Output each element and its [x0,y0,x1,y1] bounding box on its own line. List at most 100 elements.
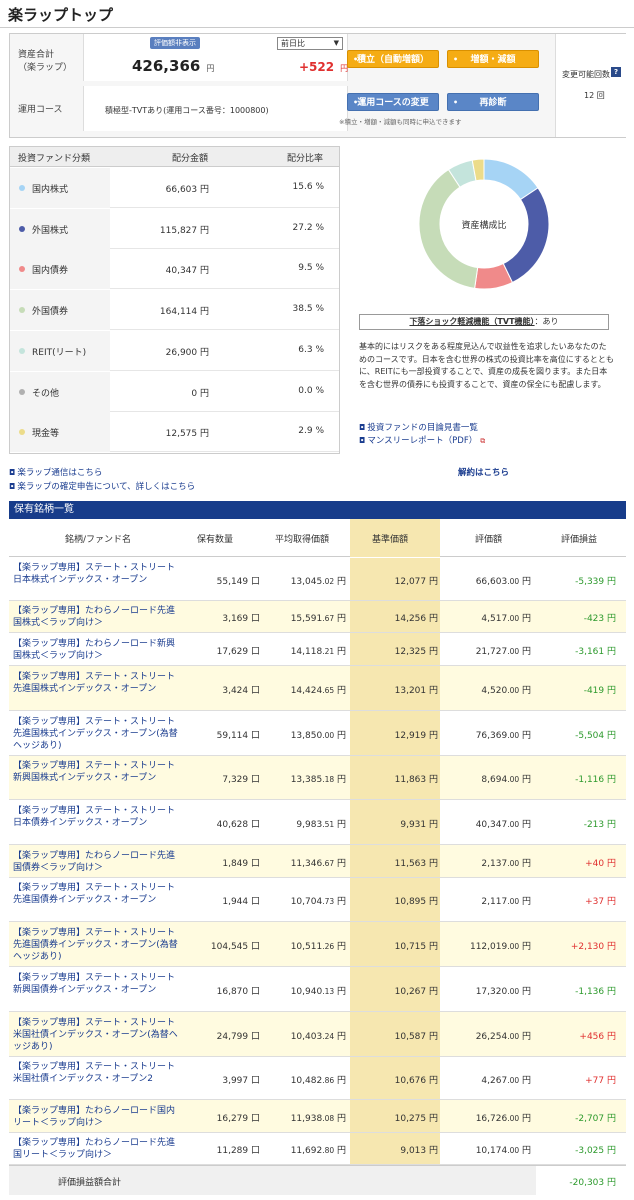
fund-qty: 40,628 口 [216,819,260,830]
bullet-icon: • [453,55,459,64]
fund-name-link[interactable]: 【楽ラップ専用】ステート・ストリート先進国株式インデックス・オープン(為替ヘッジ… [13,716,178,752]
category-amount: 0 円 [191,388,209,399]
category-ratio: 2.9 % [298,426,324,437]
fund-nav: 12,077 円 [394,576,438,587]
fund-name-link[interactable]: 【楽ラップ専用】たわらノーロード国内リート＜ラップ向け＞ [13,1105,178,1129]
holding-row: 【楽ラップ専用】ステート・ストリート新興国株式インデックス・オープン 7,329 … [9,756,626,800]
fund-value: 40,347.00 円 [475,819,531,830]
fund-name-link[interactable]: 【楽ラップ専用】ステート・ストリート米国社債インデックス・オープン2 [13,1061,178,1085]
holding-row: 【楽ラップ専用】ステート・ストリート先進国債券インデックス・オープン(為替ヘッジ… [9,922,626,967]
fund-name-link[interactable]: 【楽ラップ専用】ステート・ストリート新興国債券インデックス・オープン [13,972,178,996]
fund-value: 16,726.00 円 [475,1113,531,1124]
fund-nav: 12,919 円 [394,730,438,741]
holding-row: 【楽ラップ専用】ステート・ストリート先進国株式インデックス・オープン 3,424 … [9,666,626,711]
fund-value: 76,369.00 円 [475,730,531,741]
holding-row: 【楽ラップ専用】ステート・ストリート米国社債インデックス・オープン2 3,997 … [9,1057,626,1100]
category-label: 外国債券 [32,307,69,318]
fund-value: 17,320.00 円 [475,986,531,997]
fund-name-link[interactable]: 【楽ラップ専用】たわらノーロード先進国株式＜ラップ向け＞ [13,605,178,629]
fund-value: 4,267.00 円 [481,1075,531,1086]
allocation-row: 国内債券 40,347 円 9.5 % [10,249,339,290]
col-nav: 基準価額 [372,535,409,545]
holding-row: 【楽ラップ専用】ステート・ストリート日本株式インデックス・オープン 55,149 … [9,558,626,601]
cancel-link[interactable]: 解約はこちら [458,466,509,478]
hide-value-badge[interactable]: 評価額非表示 [150,37,200,49]
allocation-row: 国内株式 66,603 円 15.6 % [10,168,339,208]
tax-return-link[interactable]: ◘ 楽ラップの確定申告について、詳しくはこちら [9,480,195,492]
category-ratio: 38.5 % [292,304,324,315]
rediagnose-button[interactable]: • 再診断 [447,93,539,111]
category-ratio: 6.3 % [298,344,324,355]
holding-row: 【楽ラップ専用】ステート・ストリート日本債券インデックス・オープン 40,628 … [9,800,626,845]
fund-qty: 17,629 口 [216,646,260,657]
fund-name-link[interactable]: 【楽ラップ専用】ステート・ストリート新興国株式インデックス・オープン [13,760,178,784]
fund-pl: +40 円 [585,858,616,869]
fund-name-link[interactable]: 【楽ラップ専用】ステート・ストリート日本株式インデックス・オープン [13,562,178,586]
fund-qty: 16,870 口 [216,986,260,997]
total-value: -20,303 円 [569,1175,616,1188]
category-amount: 26,900 円 [165,347,209,358]
category-ratio: 15.6 % [292,182,324,192]
fund-qty: 24,799 口 [216,1031,260,1042]
fund-pl: -213 円 [583,819,616,830]
fund-name-link[interactable]: 【楽ラップ専用】ステート・ストリート先進国債券インデックス・オープン(為替ヘッジ… [13,927,178,963]
col-qty: 保有数量 [197,535,234,545]
newsletter-link[interactable]: ◘ 楽ラップ通信はこちら [9,466,102,478]
holding-row: 【楽ラップ専用】たわらノーロード国内リート＜ラップ向け＞ 16,279 口 11,9… [9,1100,626,1133]
fund-pl: -3,025 円 [575,1146,616,1156]
category-ratio: 0.0 % [298,385,324,396]
fund-nav: 9,931 円 [400,819,438,830]
category-amount: 40,347 円 [165,266,209,277]
monthly-report-link[interactable]: ◘ マンスリーレポート（PDF） ⧉ [359,434,485,446]
fund-qty: 59,114 口 [216,730,260,741]
holding-row: 【楽ラップ専用】たわらノーロード先進国リート＜ラップ向け＞ 11,289 口 11,… [9,1133,626,1165]
fund-nav: 10,275 円 [394,1113,438,1124]
holdings-total-row: 評価損益額合計 -20,303 円 [9,1165,626,1196]
fund-avg-price: 13,045.02 円 [290,576,346,587]
col-category: 投資ファンド分類 [18,154,91,164]
fund-value: 112,019.00 円 [469,941,531,952]
fund-name-link[interactable]: 【楽ラップ専用】たわらノーロード先進国リート＜ラップ向け＞ [13,1137,178,1161]
fund-qty: 104,545 口 [210,941,260,952]
fund-qty: 16,279 口 [216,1113,260,1124]
fund-avg-price: 10,482.86 円 [290,1075,346,1086]
col-name: 銘柄/ファンド名 [65,535,132,545]
fund-pl: -1,136 円 [575,986,616,997]
fund-avg-price: 13,850.00 円 [290,730,346,741]
fund-name-link[interactable]: 【楽ラップ専用】ステート・ストリート米国社債インデックス・オープン(為替ヘッジあ… [13,1017,178,1053]
compare-select[interactable]: 前日比 ▼ [277,37,343,50]
course-label: 運用コース [18,105,63,115]
changes-label: 変更可能回数 [562,70,610,79]
fund-pl: +77 円 [585,1075,616,1086]
link-icon: ◘ [9,468,16,477]
fund-avg-price: 10,403.24 円 [290,1031,346,1042]
legend-dot-icon [19,388,25,395]
fund-qty: 1,944 口 [222,897,260,907]
allocation-table: 投資ファンド分類 配分金額 配分比率 国内株式 66,603 円 15.6 % 外国株… [9,146,340,454]
category-label: その他 [32,388,60,399]
fund-name-link[interactable]: 【楽ラップ専用】たわらノーロード新興国株式＜ラップ向け＞ [13,638,178,662]
fund-qty: 7,329 口 [222,775,260,785]
prospectus-link[interactable]: ◘ 投資ファンドの目論見書一覧 [359,421,478,433]
donut-label: 資産構成比 [461,219,506,231]
category-cell [10,412,110,453]
fund-name-link[interactable]: 【楽ラップ専用】ステート・ストリート日本債券インデックス・オープン [13,805,178,829]
help-icon[interactable]: ? [611,67,621,77]
fund-name-link[interactable]: 【楽ラップ専用】ステート・ストリート先進国株式インデックス・オープン [13,671,178,695]
category-label: 国内株式 [32,185,69,195]
holding-row: 【楽ラップ専用】たわらノーロード先進国債券＜ラップ向け＞ 1,849 口 11,34… [9,845,626,878]
fund-name-link[interactable]: 【楽ラップ専用】ステート・ストリート先進国債券インデックス・オープン [13,882,178,906]
asset-total-value: 426,366 円 [132,57,215,75]
fund-name-link[interactable]: 【楽ラップ専用】たわらノーロード先進国債券＜ラップ向け＞ [13,850,178,874]
accumulate-button[interactable]: • 積立（自動増額） [347,50,439,68]
fund-qty: 1,849 口 [222,858,260,869]
holdings-header: 銘柄/ファンド名 保有数量 平均取得価額 基準価額 評価額 評価損益 [9,519,626,557]
fund-nav: 10,587 円 [394,1031,438,1042]
fund-avg-price: 9,983.51 円 [296,819,346,830]
fund-pl: -1,116 円 [575,775,616,785]
allocation-row: REIT(リート) 26,900 円 6.3 % [10,330,339,371]
increase-decrease-button[interactable]: • 増額・減額 [447,50,539,68]
change-course-button[interactable]: • 運用コースの変更 [347,93,439,111]
category-label: 現金等 [32,429,60,440]
fund-nav: 13,201 円 [394,685,438,696]
